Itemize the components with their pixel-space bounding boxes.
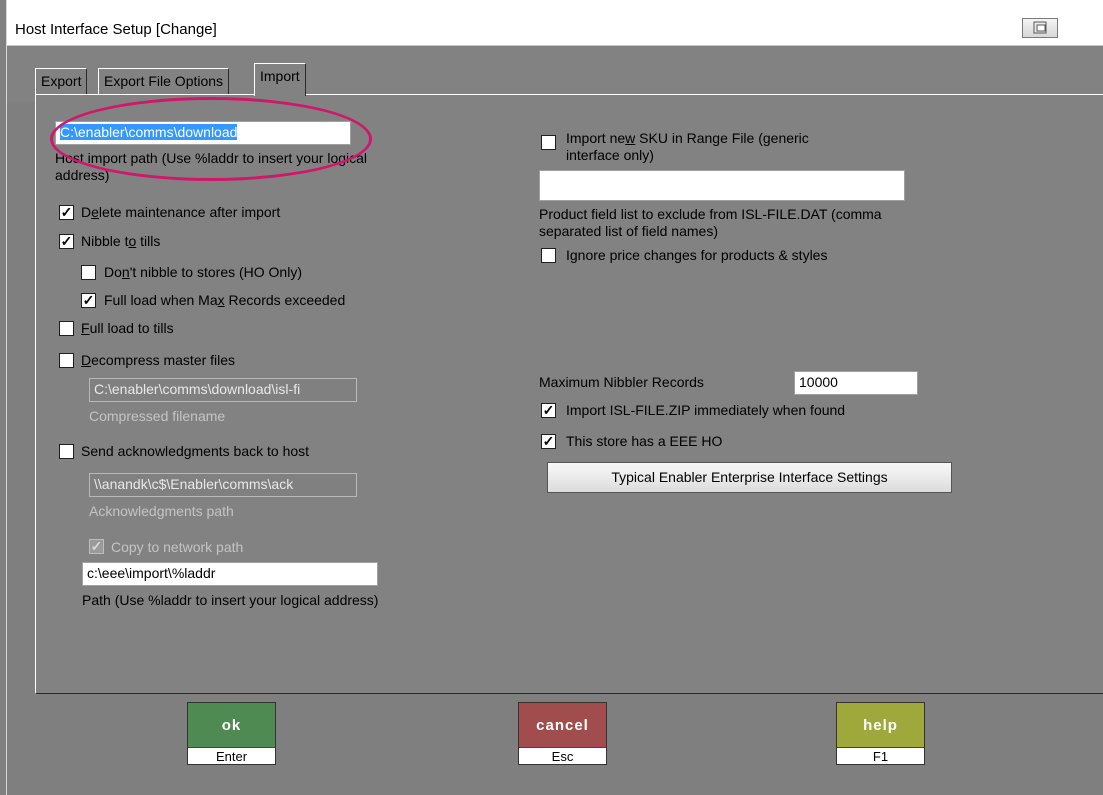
- send-ack-checkbox[interactable]: [59, 444, 74, 459]
- dont-nibble-label[interactable]: Don't nibble to stores (HO Only): [104, 264, 302, 281]
- copy-network-checkbox[interactable]: ✓: [89, 539, 104, 554]
- ignore-price-label[interactable]: Ignore price changes for products & styl…: [566, 247, 827, 264]
- restore-icon: [1033, 21, 1047, 34]
- import-zip-label[interactable]: Import ISL-FILE.ZIP immediately when fou…: [566, 402, 845, 419]
- window-title: Host Interface Setup [Change]: [15, 21, 217, 38]
- import-zip-checkbox[interactable]: ✓: [541, 403, 556, 418]
- nibble-to-tills-checkbox[interactable]: ✓: [59, 234, 74, 249]
- delete-maintenance-checkbox[interactable]: ✓: [59, 205, 74, 220]
- ignore-price-checkbox[interactable]: [541, 248, 556, 263]
- decompress-label[interactable]: Decompress master files: [81, 352, 235, 369]
- product-field-exclude-input[interactable]: [539, 170, 905, 201]
- compressed-filename-input[interactable]: C:\enabler\comms\download\isl-fi: [89, 378, 357, 402]
- full-load-max-label[interactable]: Full load when Max Records exceeded: [104, 292, 345, 309]
- tab-export-file-options-label: Export File Options: [104, 73, 224, 89]
- import-new-sku-label[interactable]: Import new SKU in Range File (generic in…: [566, 130, 866, 164]
- tab-import[interactable]: Import: [254, 63, 306, 96]
- ok-button-label: ok: [188, 703, 275, 747]
- title-bar: Host Interface Setup [Change]: [7, 0, 1103, 46]
- eee-ho-label[interactable]: This store has a EEE HO: [566, 433, 722, 450]
- typical-settings-button[interactable]: Typical Enabler Enterprise Interface Set…: [547, 462, 952, 493]
- delete-maintenance-label[interactable]: Delete maintenance after import: [81, 204, 280, 221]
- send-ack-label[interactable]: Send acknowledgments back to host: [81, 443, 309, 460]
- max-nibbler-input[interactable]: 10000: [794, 371, 918, 395]
- full-load-max-checkbox[interactable]: ✓: [81, 293, 96, 308]
- cancel-button-key: Esc: [519, 747, 606, 764]
- import-new-sku-checkbox[interactable]: [541, 135, 556, 150]
- compressed-filename-label: Compressed filename: [89, 408, 226, 424]
- cancel-button[interactable]: cancel Esc: [518, 702, 607, 765]
- host-interface-window: Host Interface Setup [Change] Export Exp…: [6, 0, 1103, 795]
- dont-nibble-checkbox[interactable]: [81, 265, 96, 280]
- max-nibbler-label: Maximum Nibbler Records: [539, 374, 704, 390]
- tab-export-label: Export: [41, 73, 82, 89]
- ok-button-key: Enter: [188, 747, 275, 764]
- eee-ho-checkbox[interactable]: ✓: [541, 434, 556, 449]
- help-button[interactable]: help F1: [836, 702, 925, 765]
- ack-path-input[interactable]: \\anandk\c$\Enabler\comms\ack: [89, 473, 357, 497]
- product-field-exclude-label: Product field list to exclude from ISL-F…: [539, 206, 882, 239]
- tab-export[interactable]: Export: [35, 68, 88, 94]
- cancel-button-label: cancel: [519, 703, 606, 747]
- ok-button[interactable]: ok Enter: [187, 702, 276, 765]
- help-button-key: F1: [837, 747, 924, 764]
- ack-path-label: Acknowledgments path: [89, 503, 234, 519]
- help-button-label: help: [837, 703, 924, 747]
- network-path-label: Path (Use %laddr to insert your logical …: [82, 592, 379, 608]
- full-load-tills-label[interactable]: Full load to tills: [81, 320, 174, 337]
- tab-export-file-options[interactable]: Export File Options: [98, 68, 230, 94]
- tab-import-label: Import: [260, 68, 300, 84]
- decompress-checkbox[interactable]: [59, 353, 74, 368]
- copy-network-label[interactable]: Copy to network path: [111, 539, 243, 556]
- full-load-tills-checkbox[interactable]: [59, 321, 74, 336]
- restore-window-button[interactable]: [1022, 18, 1058, 38]
- nibble-to-tills-label[interactable]: Nibble to tills: [81, 233, 160, 250]
- highlight-oval: [50, 97, 372, 181]
- network-path-input[interactable]: c:\eee\import\%laddr: [82, 562, 378, 586]
